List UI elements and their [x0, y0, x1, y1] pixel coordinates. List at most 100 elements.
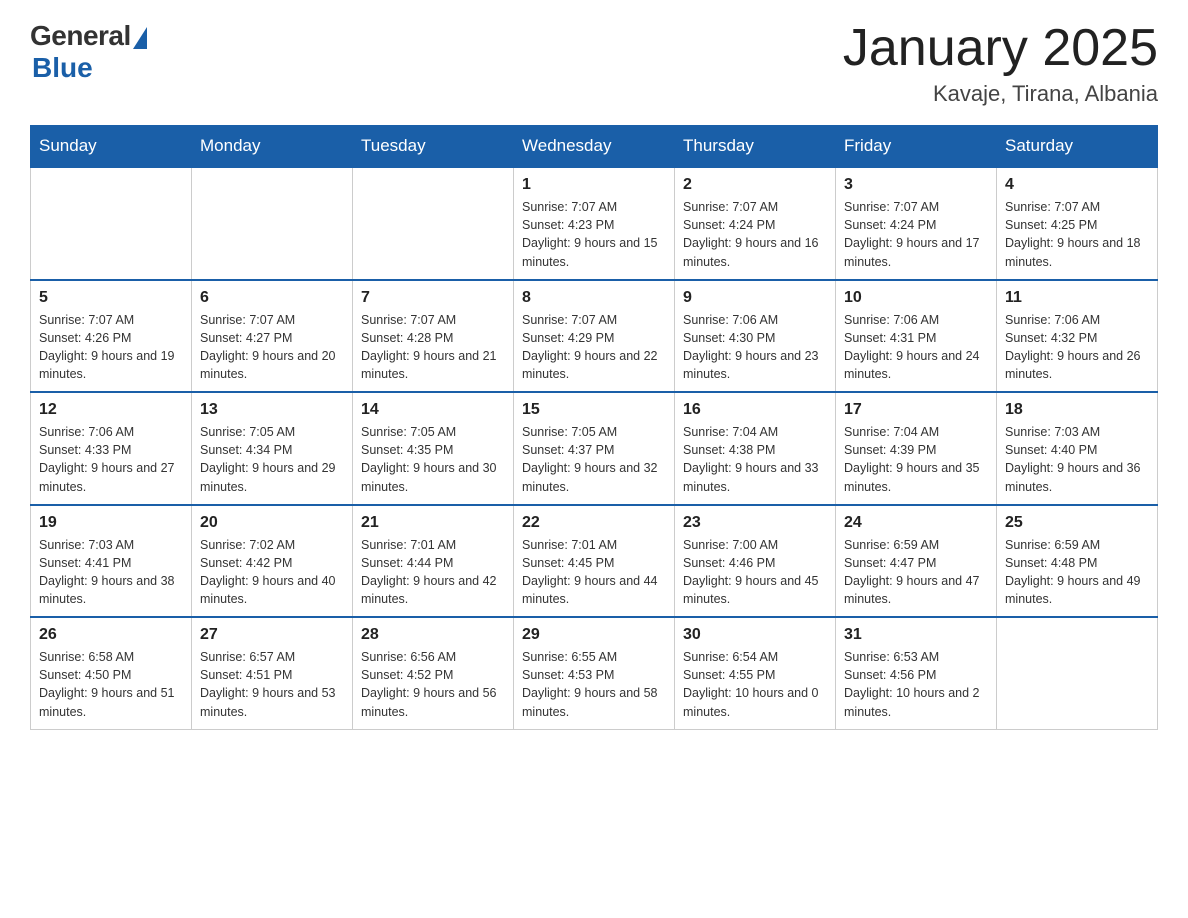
calendar-table: SundayMondayTuesdayWednesdayThursdayFrid… — [30, 125, 1158, 730]
day-info: Sunrise: 7:07 AMSunset: 4:24 PMDaylight:… — [683, 198, 827, 271]
calendar-cell: 16Sunrise: 7:04 AMSunset: 4:38 PMDayligh… — [675, 392, 836, 505]
calendar-cell: 6 Sunrise: 7:07 AMSunset: 4:27 PMDaylight… — [192, 280, 353, 393]
day-info: Sunrise: 7:07 AMSunset: 4:23 PMDaylight:… — [522, 198, 666, 271]
day-info: Sunrise: 6:58 AMSunset: 4:50 PMDaylight:… — [39, 648, 183, 721]
calendar-cell: 27 Sunrise: 6:57 AMSunset: 4:51 PMDayligh… — [192, 617, 353, 729]
day-info: Sunrise: 7:04 AMSunset: 4:39 PMDaylight:… — [844, 423, 988, 496]
calendar-week-row: 5 Sunrise: 7:07 AMSunset: 4:26 PMDaylight… — [31, 280, 1158, 393]
calendar-cell: 12Sunrise: 7:06 AMSunset: 4:33 PMDayligh… — [31, 392, 192, 505]
weekday-header-row: SundayMondayTuesdayWednesdayThursdayFrid… — [31, 126, 1158, 168]
weekday-header-tuesday: Tuesday — [353, 126, 514, 168]
day-info: Sunrise: 7:01 AMSunset: 4:45 PMDaylight:… — [522, 536, 666, 609]
day-info: Sunrise: 7:07 AMSunset: 4:26 PMDaylight:… — [39, 311, 183, 384]
title-section: January 2025 Kavaje, Tirana, Albania — [843, 20, 1158, 107]
calendar-cell: 8Sunrise: 7:07 AMSunset: 4:29 PMDaylight… — [514, 280, 675, 393]
day-info: Sunrise: 7:07 AMSunset: 4:27 PMDaylight:… — [200, 311, 344, 384]
calendar-cell: 1 Sunrise: 7:07 AMSunset: 4:23 PMDaylight… — [514, 167, 675, 280]
calendar-cell: 22 Sunrise: 7:01 AMSunset: 4:45 PMDayligh… — [514, 505, 675, 618]
day-number: 18 — [1005, 401, 1149, 419]
weekday-header-saturday: Saturday — [997, 126, 1158, 168]
logo: General Blue — [30, 20, 147, 84]
calendar-week-row: 19 Sunrise: 7:03 AMSunset: 4:41 PMDayligh… — [31, 505, 1158, 618]
calendar-title: January 2025 — [843, 20, 1158, 77]
day-number: 10 — [844, 289, 988, 307]
day-info: Sunrise: 6:55 AMSunset: 4:53 PMDaylight:… — [522, 648, 666, 721]
day-number: 1 — [522, 176, 666, 194]
calendar-cell: 19 Sunrise: 7:03 AMSunset: 4:41 PMDayligh… — [31, 505, 192, 618]
day-number: 6 — [200, 289, 344, 307]
day-number: 22 — [522, 514, 666, 532]
day-number: 19 — [39, 514, 183, 532]
day-info: Sunrise: 7:07 AMSunset: 4:28 PMDaylight:… — [361, 311, 505, 384]
day-info: Sunrise: 7:03 AMSunset: 4:40 PMDaylight:… — [1005, 423, 1149, 496]
day-number: 31 — [844, 626, 988, 644]
day-number: 11 — [1005, 289, 1149, 307]
calendar-cell: 9Sunrise: 7:06 AMSunset: 4:30 PMDaylight… — [675, 280, 836, 393]
logo-blue-text: Blue — [32, 52, 93, 84]
calendar-cell: 4 Sunrise: 7:07 AMSunset: 4:25 PMDaylight… — [997, 167, 1158, 280]
calendar-cell: 24 Sunrise: 6:59 AMSunset: 4:47 PMDayligh… — [836, 505, 997, 618]
day-info: Sunrise: 7:02 AMSunset: 4:42 PMDaylight:… — [200, 536, 344, 609]
day-number: 27 — [200, 626, 344, 644]
weekday-header-thursday: Thursday — [675, 126, 836, 168]
day-info: Sunrise: 7:05 AMSunset: 4:35 PMDaylight:… — [361, 423, 505, 496]
day-info: Sunrise: 6:53 AMSunset: 4:56 PMDaylight:… — [844, 648, 988, 721]
calendar-cell — [192, 167, 353, 280]
calendar-cell: 21Sunrise: 7:01 AMSunset: 4:44 PMDayligh… — [353, 505, 514, 618]
calendar-cell: 26 Sunrise: 6:58 AMSunset: 4:50 PMDayligh… — [31, 617, 192, 729]
day-number: 2 — [683, 176, 827, 194]
day-number: 30 — [683, 626, 827, 644]
day-info: Sunrise: 7:07 AMSunset: 4:25 PMDaylight:… — [1005, 198, 1149, 271]
calendar-cell: 23Sunrise: 7:00 AMSunset: 4:46 PMDayligh… — [675, 505, 836, 618]
calendar-week-row: 26 Sunrise: 6:58 AMSunset: 4:50 PMDayligh… — [31, 617, 1158, 729]
day-number: 28 — [361, 626, 505, 644]
calendar-cell: 7 Sunrise: 7:07 AMSunset: 4:28 PMDaylight… — [353, 280, 514, 393]
logo-general-text: General — [30, 20, 131, 52]
day-number: 20 — [200, 514, 344, 532]
logo-triangle-icon — [133, 27, 147, 49]
calendar-cell: 17Sunrise: 7:04 AMSunset: 4:39 PMDayligh… — [836, 392, 997, 505]
calendar-cell: 11Sunrise: 7:06 AMSunset: 4:32 PMDayligh… — [997, 280, 1158, 393]
calendar-cell: 10 Sunrise: 7:06 AMSunset: 4:31 PMDayligh… — [836, 280, 997, 393]
calendar-cell: 13Sunrise: 7:05 AMSunset: 4:34 PMDayligh… — [192, 392, 353, 505]
calendar-cell: 15 Sunrise: 7:05 AMSunset: 4:37 PMDayligh… — [514, 392, 675, 505]
day-info: Sunrise: 7:05 AMSunset: 4:37 PMDaylight:… — [522, 423, 666, 496]
day-number: 7 — [361, 289, 505, 307]
calendar-week-row: 12Sunrise: 7:06 AMSunset: 4:33 PMDayligh… — [31, 392, 1158, 505]
calendar-cell: 20 Sunrise: 7:02 AMSunset: 4:42 PMDayligh… — [192, 505, 353, 618]
calendar-cell — [353, 167, 514, 280]
calendar-cell: 28Sunrise: 6:56 AMSunset: 4:52 PMDayligh… — [353, 617, 514, 729]
day-number: 29 — [522, 626, 666, 644]
day-number: 14 — [361, 401, 505, 419]
calendar-cell: 14 Sunrise: 7:05 AMSunset: 4:35 PMDayligh… — [353, 392, 514, 505]
weekday-header-monday: Monday — [192, 126, 353, 168]
calendar-cell: 31 Sunrise: 6:53 AMSunset: 4:56 PMDayligh… — [836, 617, 997, 729]
calendar-cell: 18 Sunrise: 7:03 AMSunset: 4:40 PMDayligh… — [997, 392, 1158, 505]
day-info: Sunrise: 7:05 AMSunset: 4:34 PMDaylight:… — [200, 423, 344, 496]
weekday-header-wednesday: Wednesday — [514, 126, 675, 168]
day-info: Sunrise: 6:57 AMSunset: 4:51 PMDaylight:… — [200, 648, 344, 721]
calendar-cell — [997, 617, 1158, 729]
day-info: Sunrise: 6:59 AMSunset: 4:47 PMDaylight:… — [844, 536, 988, 609]
calendar-cell: 2 Sunrise: 7:07 AMSunset: 4:24 PMDaylight… — [675, 167, 836, 280]
day-number: 24 — [844, 514, 988, 532]
calendar-header: SundayMondayTuesdayWednesdayThursdayFrid… — [31, 126, 1158, 168]
day-info: Sunrise: 7:06 AMSunset: 4:33 PMDaylight:… — [39, 423, 183, 496]
day-info: Sunrise: 7:06 AMSunset: 4:31 PMDaylight:… — [844, 311, 988, 384]
weekday-header-sunday: Sunday — [31, 126, 192, 168]
calendar-cell: 3Sunrise: 7:07 AMSunset: 4:24 PMDaylight… — [836, 167, 997, 280]
calendar-subtitle: Kavaje, Tirana, Albania — [843, 81, 1158, 107]
day-info: Sunrise: 7:03 AMSunset: 4:41 PMDaylight:… — [39, 536, 183, 609]
day-number: 4 — [1005, 176, 1149, 194]
day-info: Sunrise: 6:59 AMSunset: 4:48 PMDaylight:… — [1005, 536, 1149, 609]
day-number: 26 — [39, 626, 183, 644]
calendar-cell — [31, 167, 192, 280]
day-number: 5 — [39, 289, 183, 307]
calendar-body: 1 Sunrise: 7:07 AMSunset: 4:23 PMDaylight… — [31, 167, 1158, 729]
calendar-cell: 25Sunrise: 6:59 AMSunset: 4:48 PMDayligh… — [997, 505, 1158, 618]
weekday-header-friday: Friday — [836, 126, 997, 168]
day-info: Sunrise: 7:07 AMSunset: 4:29 PMDaylight:… — [522, 311, 666, 384]
day-number: 15 — [522, 401, 666, 419]
day-info: Sunrise: 6:54 AMSunset: 4:55 PMDaylight:… — [683, 648, 827, 721]
day-info: Sunrise: 7:01 AMSunset: 4:44 PMDaylight:… — [361, 536, 505, 609]
